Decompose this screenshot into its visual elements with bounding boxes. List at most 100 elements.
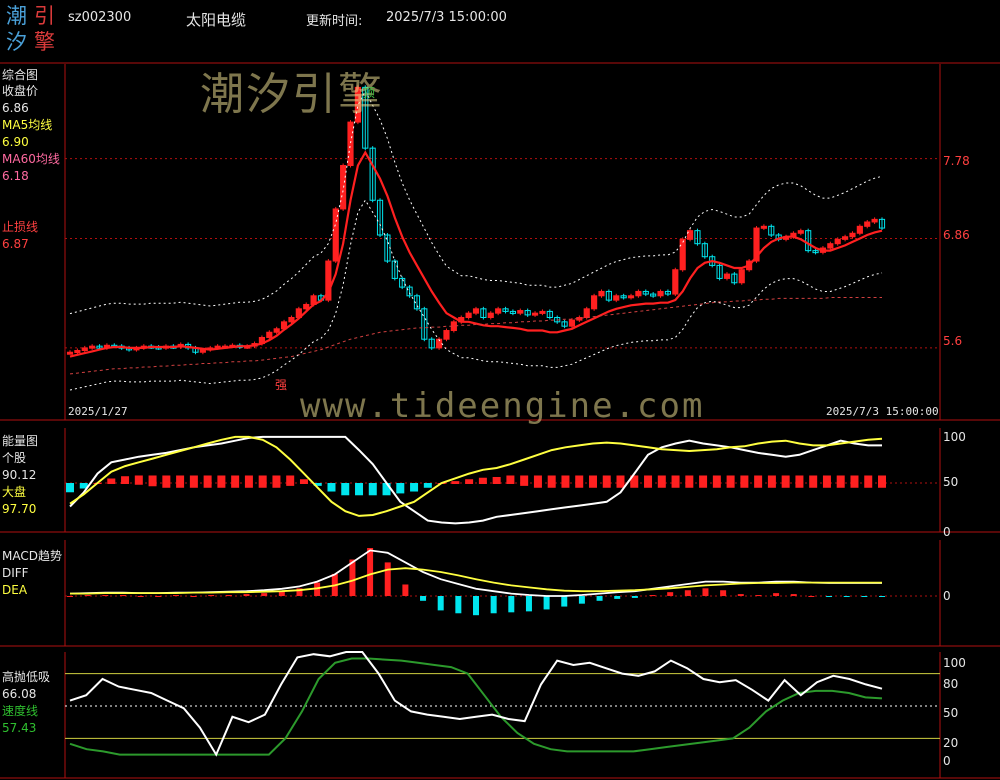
ma5-line [69, 150, 883, 358]
energy-bar [299, 479, 308, 484]
energy-bar [547, 475, 556, 488]
energy-bar [66, 483, 74, 493]
candle-body [517, 310, 524, 314]
energy-bar [781, 475, 790, 488]
energy-bar [836, 475, 845, 488]
macd-bar [737, 594, 744, 596]
energy-bar [754, 475, 763, 488]
energy-bar [258, 475, 267, 488]
price-tick-label: 6.86 [943, 228, 970, 242]
energy-bar [396, 483, 405, 494]
candle-body [849, 232, 856, 238]
energy-bar [740, 475, 749, 488]
energy-bar [327, 483, 336, 492]
kdj-tick-label: 0 [943, 754, 951, 768]
energy-bar [575, 475, 584, 488]
macd-bar [225, 595, 232, 597]
candle-body [627, 295, 635, 299]
macd-bar [208, 595, 215, 597]
energy-bar [726, 475, 735, 488]
macd-bar [367, 548, 374, 596]
energy-bar [176, 475, 185, 488]
energy-bar [644, 475, 653, 488]
macd-bar [649, 595, 656, 597]
kdj-tick-label: 50 [943, 706, 959, 720]
energy-bar [244, 475, 253, 488]
candle-body [613, 295, 620, 301]
energy-bar [272, 475, 281, 488]
candle-body [495, 308, 502, 314]
macd-bar [720, 590, 727, 596]
energy-bar [148, 475, 157, 487]
ma5-label: MA5均线 [2, 118, 53, 132]
kdj-tick-label: 100 [943, 656, 966, 670]
candle-body [89, 345, 96, 349]
energy-bar [616, 475, 625, 488]
energy-bar [134, 475, 143, 485]
energy-bar [451, 481, 460, 484]
macd-bar [190, 596, 197, 597]
candle-body [635, 290, 642, 297]
energy-bar [382, 483, 391, 496]
candle-body [856, 225, 863, 234]
candle-body [864, 221, 871, 227]
candle-body [679, 238, 686, 271]
speed-label: 速度线 [2, 704, 39, 718]
macd-bar [543, 596, 550, 610]
energy-bar [506, 475, 515, 484]
energy-bar [520, 475, 529, 486]
energy-bar [657, 475, 666, 488]
energy-stock-value: 90.12 [2, 468, 37, 482]
energy-bar [217, 475, 226, 488]
macd-bar [667, 592, 674, 596]
macd-bar [790, 594, 797, 596]
candle-body [797, 230, 804, 234]
candle-body [842, 236, 849, 240]
close-value: 6.86 [2, 101, 29, 115]
kdj-tick-label: 20 [943, 736, 959, 750]
energy-stock-label: 个股 [2, 451, 27, 465]
energy-bar [671, 475, 680, 488]
macd-bar [614, 596, 621, 599]
macd-bar [420, 596, 427, 601]
candle-body [672, 269, 679, 295]
speed-value: 57.43 [2, 721, 37, 735]
main-panel-title: 综合图 [2, 68, 39, 82]
energy-bar [492, 476, 501, 484]
macd-bar [349, 559, 356, 596]
macd-bar [631, 596, 638, 598]
kdj-tick-label: 80 [943, 677, 959, 691]
macd-bar [861, 596, 868, 597]
macd-bar [137, 596, 144, 597]
macd-bar [84, 595, 91, 597]
date-end: 2025/7/3 15:00:00 [826, 405, 939, 418]
macd-bar [773, 593, 780, 596]
energy-panel-title: 能量图 [2, 434, 39, 448]
macd-bar [455, 596, 462, 614]
energy-bar [231, 475, 240, 488]
macd-bar [826, 596, 833, 597]
candle-body [583, 308, 590, 319]
macd-bar [755, 595, 762, 597]
candle-body [443, 330, 450, 340]
strong-annotation: 强 [275, 378, 288, 392]
macd-bar [525, 596, 532, 612]
energy-bar [712, 475, 721, 488]
candle-body [760, 225, 767, 229]
macd-bar [155, 596, 162, 597]
macd-bar [384, 562, 391, 596]
candle-body [598, 290, 605, 297]
energy-bar [822, 475, 831, 488]
upper-band-line [69, 90, 883, 315]
macd-dea-label: DEA [2, 583, 28, 597]
macd-bar [119, 595, 126, 597]
energy-bar [561, 475, 570, 488]
macd-panel-title: MACD趋势 [2, 549, 62, 563]
macd-bar [578, 596, 585, 604]
macd-bar [102, 595, 109, 597]
candle-body [591, 295, 598, 310]
candle-body [738, 269, 745, 284]
macd-bar [808, 596, 815, 597]
macd-diff-line [69, 549, 882, 597]
candle-body [303, 303, 310, 310]
